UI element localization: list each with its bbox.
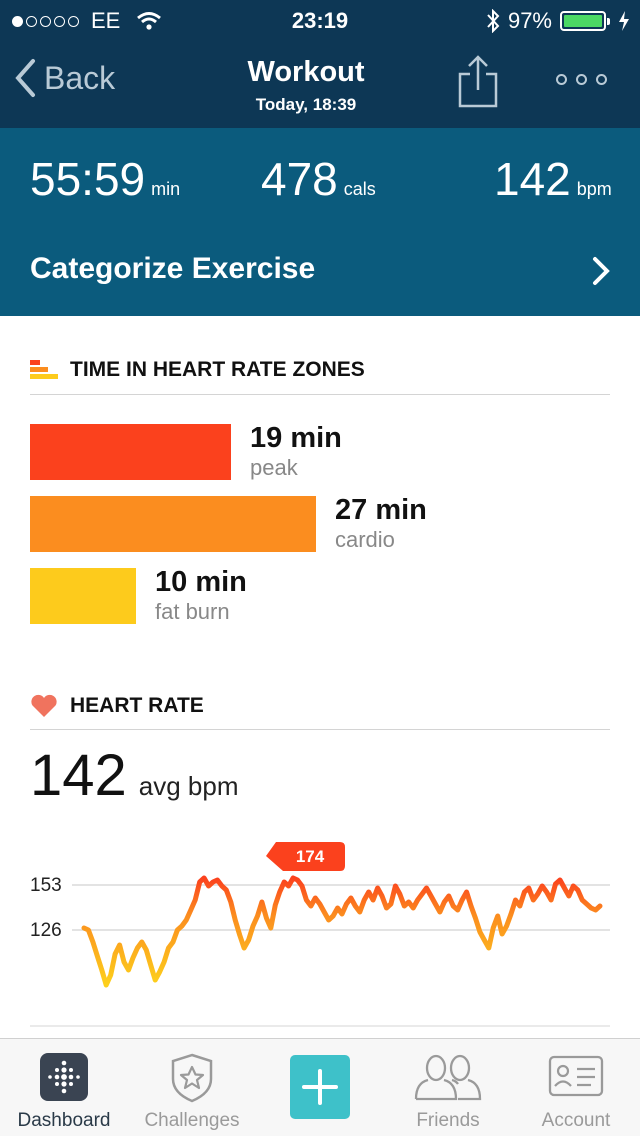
zone-minutes: 19 min <box>250 422 342 454</box>
heart-rate-value: 142 <box>494 153 571 205</box>
tab-label: Friends <box>416 1110 480 1131</box>
heart-icon <box>31 694 57 717</box>
status-right: 97% <box>486 8 630 34</box>
zone-bar <box>30 568 136 624</box>
heart-rate-header: HEART RATE <box>30 694 204 718</box>
tab-label: Challenges <box>144 1110 240 1131</box>
zones-header: TIME IN HEART RATE ZONES <box>30 358 365 382</box>
calories-stat: 478 cals <box>261 152 376 206</box>
add-button[interactable] <box>256 1039 384 1136</box>
calories-value: 478 <box>261 153 338 205</box>
tab-bar: Dashboard Challenges Friends Account <box>0 1038 640 1136</box>
zone-label: cardio <box>335 527 395 552</box>
zone-label: peak <box>250 455 298 480</box>
calories-unit: cals <box>343 179 376 199</box>
divider <box>30 729 610 730</box>
zones-icon <box>30 360 58 379</box>
battery-percent: 97% <box>507 8 552 33</box>
zones-title: TIME IN HEART RATE ZONES <box>70 358 365 381</box>
tab-account[interactable]: Account <box>512 1039 640 1136</box>
tab-challenges[interactable]: Challenges <box>128 1039 256 1136</box>
status-bar: EE 23:19 97% <box>0 0 640 40</box>
avg-bpm-value: 142 <box>30 743 127 808</box>
heart-rate-title: HEART RATE <box>70 694 204 717</box>
chevron-right-icon[interactable] <box>590 256 612 286</box>
zone-label: fat burn <box>155 599 230 624</box>
zone-minutes: 27 min <box>335 494 427 526</box>
categorize-exercise-button[interactable]: Categorize Exercise <box>30 252 315 286</box>
navigation-bar: EE 23:19 97% Back Workout Today, 18:39 <box>0 0 640 128</box>
battery-icon <box>560 11 610 31</box>
zone-bar <box>30 496 316 552</box>
gridline-label: 153 <box>30 875 62 896</box>
zone-bar <box>30 424 231 480</box>
page-title: Workout <box>247 56 365 88</box>
heart-rate-unit: bpm <box>576 179 612 199</box>
divider <box>30 394 610 395</box>
workout-summary: 55:59 min 478 cals 142 bpm Categorize Ex… <box>0 128 640 316</box>
charging-bolt-icon <box>619 11 629 31</box>
peak-marker: 174 <box>266 842 345 871</box>
peak-marker-value: 174 <box>296 847 325 866</box>
dashboard-icon <box>40 1053 88 1101</box>
zone-minutes: 10 min <box>155 566 247 598</box>
tab-friends[interactable]: Friends <box>384 1039 512 1136</box>
friends-icon <box>414 1054 482 1101</box>
bluetooth-icon <box>487 9 500 33</box>
duration-stat: 55:59 min <box>30 152 180 206</box>
account-card-icon <box>548 1055 604 1097</box>
avg-bpm-label: avg bpm <box>138 771 239 801</box>
plus-icon <box>290 1055 350 1119</box>
tab-label: Dashboard <box>17 1110 111 1131</box>
heart-rate-stat: 142 bpm <box>494 152 612 206</box>
tab-dashboard[interactable]: Dashboard <box>0 1039 128 1136</box>
average-heart-rate: 142 avg bpm <box>30 742 239 809</box>
share-icon[interactable] <box>456 54 500 108</box>
heart-rate-line <box>81 875 603 988</box>
duration-unit: min <box>151 179 181 199</box>
gridline-label: 126 <box>30 920 62 941</box>
tab-label: Account <box>541 1110 611 1131</box>
page-subtitle: Today, 18:39 <box>255 95 357 114</box>
challenges-star-badge-icon <box>171 1053 213 1103</box>
more-options-icon[interactable] <box>556 74 607 85</box>
heart-rate-chart[interactable]: 153 126 174 <box>0 830 640 1030</box>
duration-value: 55:59 <box>30 153 146 205</box>
